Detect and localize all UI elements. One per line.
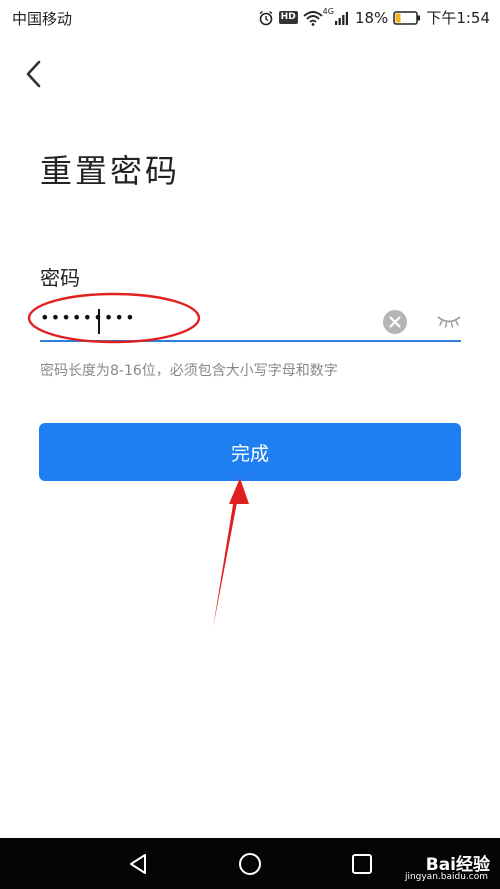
square-recents-icon[interactable] (349, 851, 375, 877)
page-title: 重置密码 (40, 152, 181, 190)
clear-icon[interactable] (382, 309, 408, 335)
wifi-icon (303, 10, 323, 26)
circle-home-icon[interactable] (237, 851, 263, 877)
complete-button[interactable]: 完成 (39, 423, 461, 481)
watermark-url: jingyan.baidu.com (404, 872, 488, 882)
battery-icon (393, 10, 421, 25)
text-caret (98, 309, 100, 334)
battery-percent: 18% (354, 8, 389, 27)
password-hint: 密码长度为8-16位，必须包含大小写字母和数字 (40, 363, 338, 379)
carrier-name: 中国移动 (12, 10, 73, 28)
back-button[interactable] (18, 58, 52, 92)
chevron-left-icon (26, 60, 41, 88)
signal-icon (334, 11, 348, 25)
status-bar: 中国移动 HD 4G 18% 下午1:54 (0, 0, 500, 34)
password-value: ••••••••• (40, 308, 136, 327)
password-label: 密码 (40, 266, 80, 290)
clock: 下午1:54 (426, 9, 490, 27)
triangle-back-icon[interactable] (125, 851, 151, 877)
status-icons: HD 4G 18% 下午1:54 (253, 7, 490, 28)
network-type: 4G (322, 7, 334, 16)
annotation-arrow (213, 478, 249, 628)
eye-closed-icon[interactable] (436, 312, 462, 330)
alarm-icon (259, 10, 273, 25)
hd-icon: HD (278, 11, 298, 24)
password-input[interactable]: ••••••••• (40, 300, 461, 342)
